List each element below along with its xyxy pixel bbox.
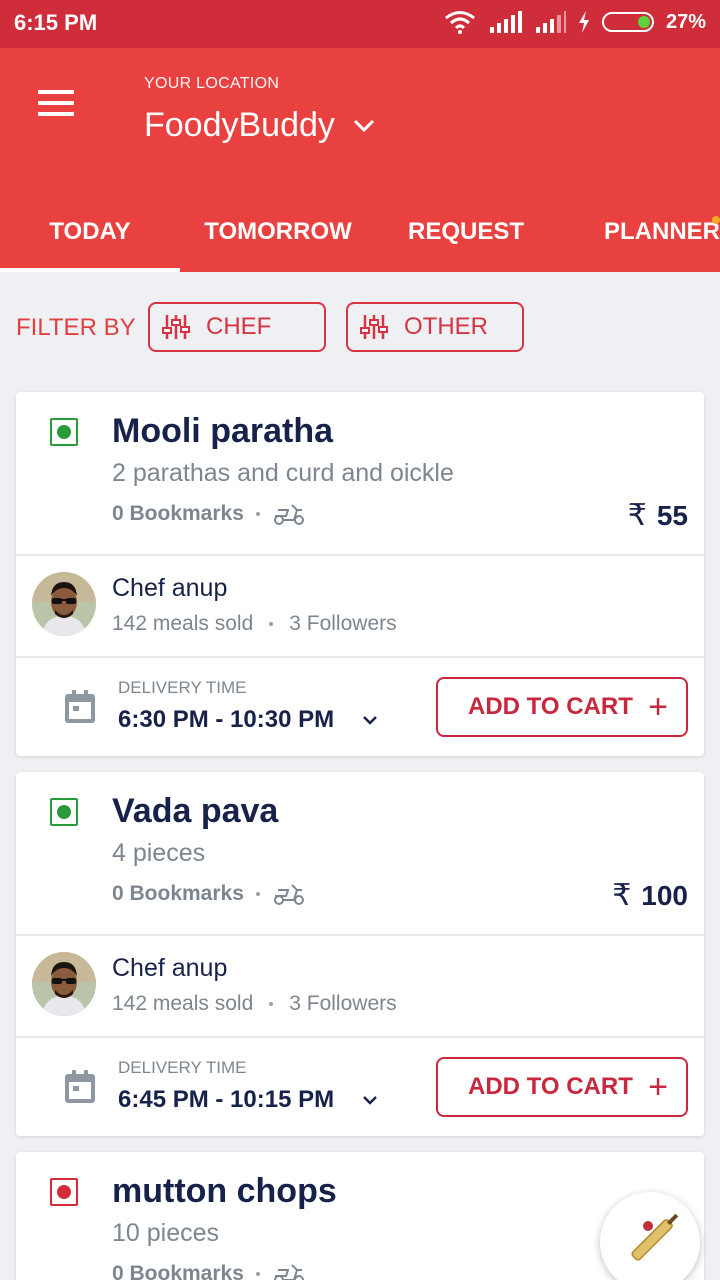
chevron-down-icon	[363, 1096, 377, 1105]
notification-dot	[712, 216, 720, 224]
scooter-icon	[273, 504, 304, 525]
scooter-icon	[273, 884, 304, 905]
bookmark-info: 0 Bookmarks	[112, 882, 306, 906]
tab-request[interactable]: REQUEST	[376, 196, 556, 268]
other-filter-button[interactable]: OTHER	[346, 302, 524, 352]
chef-photo	[32, 952, 96, 1016]
menu-icon[interactable]	[38, 90, 74, 116]
cricket-fab-button[interactable]	[600, 1192, 700, 1280]
chef-name[interactable]: Chef anup	[112, 954, 227, 983]
chef-filter-button[interactable]: CHEF	[148, 302, 326, 352]
chef-filter-label: CHEF	[206, 313, 272, 340]
rupee-icon: ₹	[627, 499, 647, 532]
sliders-icon	[162, 315, 190, 339]
price-value: 100	[641, 879, 688, 911]
add-to-cart-button[interactable]: ADD TO CART +	[436, 677, 688, 737]
chef-avatar[interactable]	[32, 572, 96, 636]
chef-avatar[interactable]	[32, 952, 96, 1016]
separator-dot	[255, 512, 260, 516]
dish-description: 4 pieces	[112, 839, 206, 867]
wifi-icon	[445, 11, 475, 34]
followers-count: 3 Followers	[289, 612, 397, 635]
chevron-down-icon	[363, 716, 377, 725]
calendar-icon	[65, 1070, 95, 1103]
dish-title: Mooli paratha	[112, 412, 334, 450]
price: ₹ 55	[628, 498, 688, 533]
app-bar: YOUR LOCATION FoodyBuddy TODAY TOMORROW …	[0, 48, 720, 272]
separator-dot	[255, 1272, 260, 1276]
charging-icon	[578, 11, 589, 33]
chef-name[interactable]: Chef anup	[112, 574, 227, 603]
sliders-icon	[360, 315, 388, 339]
bookmark-info: 0 Bookmarks	[112, 1262, 306, 1280]
tab-tomorrow[interactable]: TOMORROW	[180, 196, 376, 268]
tab-today[interactable]: TODAY	[0, 196, 180, 268]
add-to-cart-label: ADD TO CART	[468, 1073, 633, 1100]
delivery-label: DELIVERY TIME	[118, 1058, 247, 1077]
price: ₹ 100	[612, 878, 688, 913]
add-to-cart-label: ADD TO CART	[468, 693, 633, 720]
followers-count: 3 Followers	[289, 992, 397, 1015]
divider	[16, 1036, 704, 1038]
dish-title: mutton chops	[112, 1172, 337, 1210]
calendar-icon	[65, 690, 95, 723]
battery-level: 27%	[665, 10, 706, 33]
bookmark-count: 0 Bookmarks	[112, 1262, 244, 1280]
dish-title: Vada pava	[112, 792, 279, 830]
chevron-down-icon	[353, 119, 374, 132]
meal-card[interactable]: Vada pava 4 pieces 0 Bookmarks ₹ 100 Che…	[16, 772, 704, 1136]
delivery-time-selector[interactable]: 6:30 PM - 10:30 PM	[118, 706, 378, 734]
meal-card[interactable]: Mooli paratha 2 parathas and curd and oi…	[16, 392, 704, 756]
separator-dot	[269, 1002, 274, 1006]
filter-label: FILTER BY	[16, 314, 136, 341]
delivery-label: DELIVERY TIME	[118, 678, 247, 697]
bookmark-count: 0 Bookmarks	[112, 882, 244, 905]
delivery-time: 6:30 PM - 10:30 PM	[118, 706, 335, 733]
status-icons: 27%	[444, 10, 706, 34]
chef-stats: 142 meals sold 3 Followers	[112, 612, 397, 636]
location-name: FoodyBuddy	[144, 106, 335, 144]
cricket-bat-icon	[631, 1213, 679, 1261]
signal-icon-2	[535, 11, 566, 33]
bookmark-count: 0 Bookmarks	[112, 502, 244, 525]
add-to-cart-button[interactable]: ADD TO CART +	[436, 1057, 688, 1117]
divider	[16, 934, 704, 936]
plus-icon: +	[648, 1068, 668, 1106]
plus-icon: +	[648, 688, 668, 726]
tab-planner[interactable]: PLANNER	[604, 196, 720, 268]
status-bar: 6:15 PM 27%	[0, 0, 720, 48]
delivery-time-selector[interactable]: 6:45 PM - 10:15 PM	[118, 1086, 378, 1114]
scooter-icon	[273, 1264, 304, 1280]
tab-indicator	[0, 268, 180, 272]
chef-stats: 142 meals sold 3 Followers	[112, 992, 397, 1016]
location-selector[interactable]: FoodyBuddy	[144, 106, 375, 145]
tab-planner-label: PLANNER	[604, 218, 720, 245]
dish-description: 2 parathas and curd and oickle	[112, 459, 454, 487]
dish-description: 10 pieces	[112, 1219, 220, 1247]
filter-row: FILTER BY CHEF OTHER	[0, 302, 720, 352]
price-value: 55	[656, 499, 688, 531]
signal-icon	[489, 11, 522, 33]
tab-bar: TODAY TOMORROW REQUEST PLANNER	[0, 196, 720, 272]
other-filter-label: OTHER	[404, 313, 488, 340]
nonveg-indicator-icon	[50, 1178, 78, 1206]
meals-sold: 142 meals sold	[112, 612, 254, 635]
rupee-icon: ₹	[612, 879, 632, 912]
battery-icon	[601, 12, 654, 32]
divider	[16, 656, 704, 658]
veg-indicator-icon	[50, 418, 78, 446]
bookmark-info: 0 Bookmarks	[112, 502, 306, 526]
separator-dot	[255, 892, 260, 896]
meals-sold: 142 meals sold	[112, 992, 254, 1015]
divider	[16, 554, 704, 556]
status-time: 6:15 PM	[14, 10, 98, 35]
location-caption: YOUR LOCATION	[144, 75, 280, 92]
delivery-time: 6:45 PM - 10:15 PM	[118, 1086, 335, 1113]
separator-dot	[269, 622, 274, 626]
veg-indicator-icon	[50, 798, 78, 826]
chef-photo	[32, 572, 96, 636]
